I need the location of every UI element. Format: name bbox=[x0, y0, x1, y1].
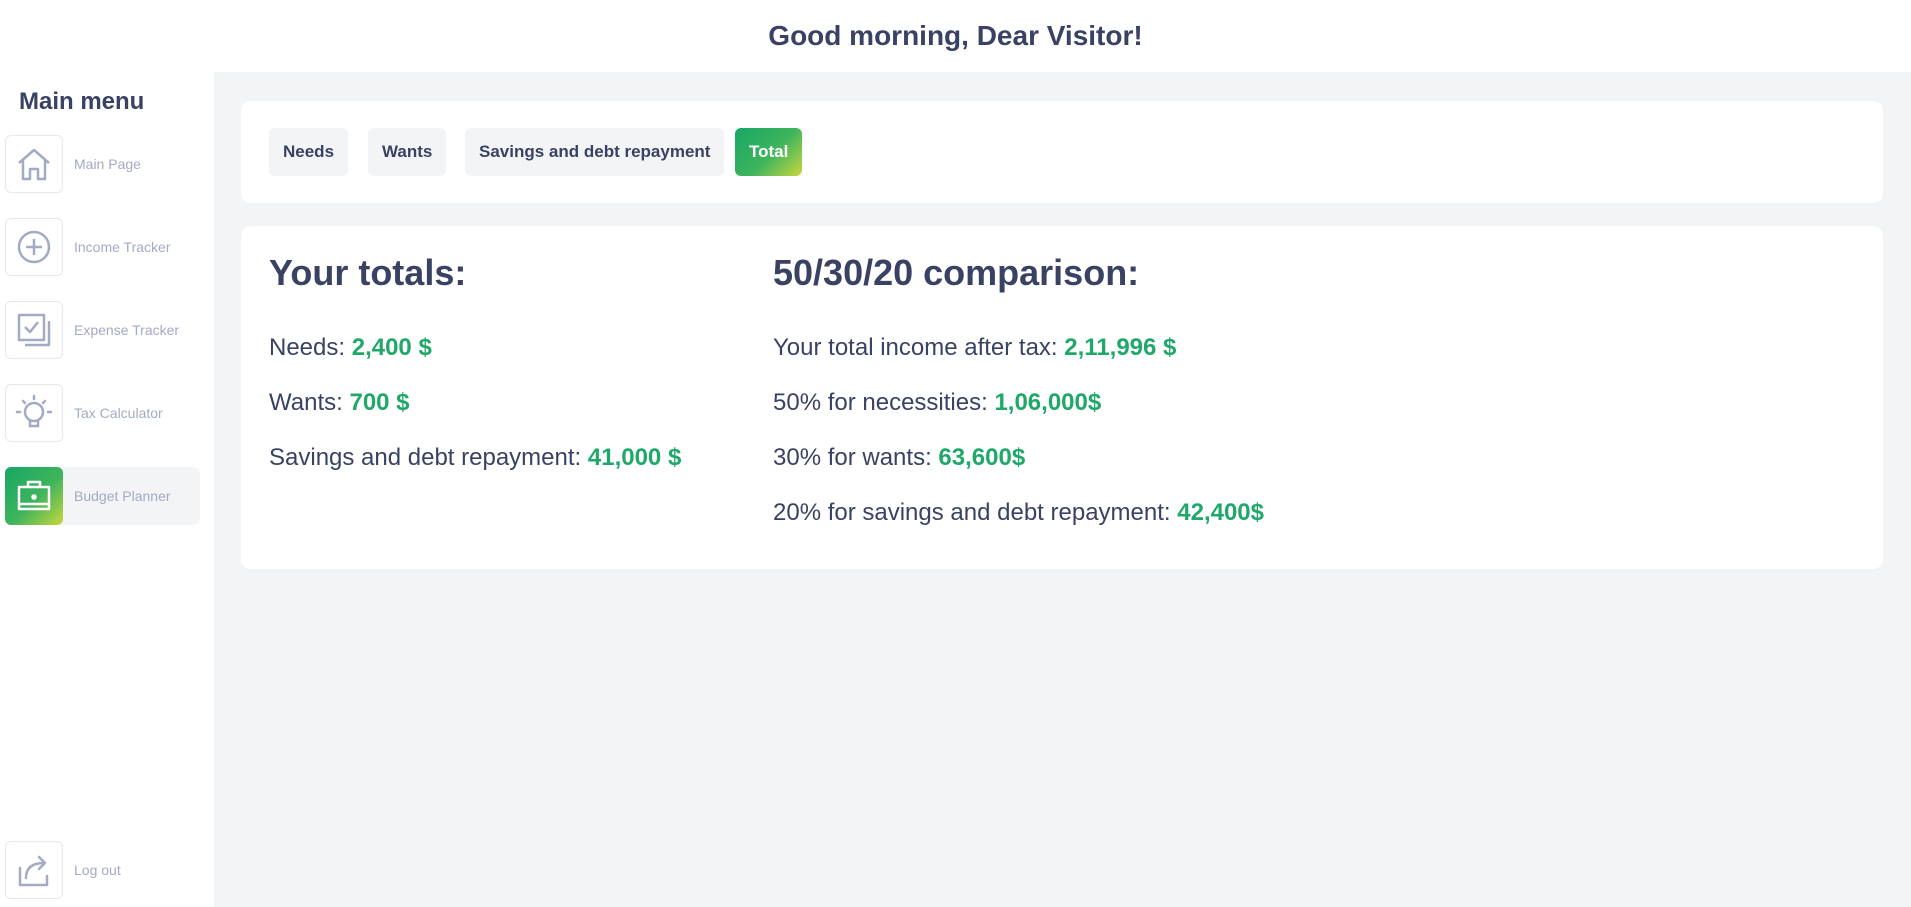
sidebar-item-expense-tracker[interactable]: Expense Tracker bbox=[5, 301, 200, 359]
briefcase-icon bbox=[5, 467, 63, 525]
comparison-row-savings: 20% for savings and debt repayment: 42,4… bbox=[773, 485, 1264, 540]
row-label: Wants: bbox=[269, 389, 350, 416]
comparison-column: 50/30/20 comparison: Your total income a… bbox=[773, 252, 1264, 540]
row-value: 2,11,996 $ bbox=[1064, 334, 1177, 361]
share-icon bbox=[5, 841, 63, 899]
row-label: 20% for savings and debt repayment: bbox=[773, 499, 1178, 526]
sidebar-item-label: Main Page bbox=[74, 156, 141, 172]
top-bar: Good morning, Dear Visitor! bbox=[0, 0, 1911, 72]
row-value: 700 $ bbox=[349, 389, 410, 416]
row-label: Your total income after tax: bbox=[773, 334, 1065, 361]
sidebar-item-label: Expense Tracker bbox=[74, 322, 180, 338]
main-content: Needs Wants Savings and debt repayment T… bbox=[214, 72, 1911, 907]
row-label: Savings and debt repayment: bbox=[269, 444, 588, 471]
sidebar-item-income-tracker[interactable]: Income Tracker bbox=[5, 218, 200, 276]
home-icon bbox=[5, 135, 63, 193]
lightbulb-icon bbox=[5, 384, 63, 442]
sidebar-item-label: Tax Calculator bbox=[74, 405, 163, 421]
totals-row-savings: Savings and debt repayment: 41,000 $ bbox=[269, 430, 681, 485]
sidebar-item-label: Budget Planner bbox=[74, 488, 171, 504]
comparison-row-wants: 30% for wants: 63,600$ bbox=[773, 430, 1264, 485]
row-value: 2,400 $ bbox=[351, 334, 432, 361]
totals-row-needs: Needs: 2,400 $ bbox=[269, 320, 681, 375]
row-value: 63,600$ bbox=[938, 444, 1026, 471]
row-label: Needs: bbox=[269, 334, 352, 361]
comparison-heading: 50/30/20 comparison: bbox=[773, 252, 1140, 293]
row-value: 1,06,000$ bbox=[994, 389, 1102, 416]
totals-card: Your totals: Needs: 2,400 $ Wants: 700 $… bbox=[241, 226, 1883, 569]
sidebar-item-main-page[interactable]: Main Page bbox=[5, 135, 200, 193]
row-value: 42,400$ bbox=[1177, 499, 1265, 526]
row-value: 41,000 $ bbox=[587, 444, 682, 471]
tabs-card: Needs Wants Savings and debt repayment T… bbox=[241, 101, 1883, 203]
checkbox-stack-icon bbox=[5, 301, 63, 359]
totals-column: Your totals: Needs: 2,400 $ Wants: 700 $… bbox=[269, 252, 681, 485]
row-label: 30% for wants: bbox=[773, 444, 939, 471]
sidebar-title: Main menu bbox=[19, 88, 145, 115]
sidebar: Main menu Main Page Income Tracker Expen… bbox=[0, 72, 214, 907]
comparison-row-necessities: 50% for necessities: 1,06,000$ bbox=[773, 375, 1264, 430]
tab-total[interactable]: Total bbox=[735, 128, 803, 176]
sidebar-item-label: Income Tracker bbox=[74, 239, 171, 255]
tab-savings-debt[interactable]: Savings and debt repayment bbox=[465, 128, 725, 176]
totals-row-wants: Wants: 700 $ bbox=[269, 375, 681, 430]
sidebar-item-logout[interactable]: Log out bbox=[5, 841, 200, 899]
tab-needs[interactable]: Needs bbox=[269, 128, 349, 176]
comparison-row-income: Your total income after tax: 2,11,996 $ bbox=[773, 320, 1264, 375]
plus-circle-icon bbox=[5, 218, 63, 276]
sidebar-item-label: Log out bbox=[74, 862, 121, 878]
totals-heading: Your totals: bbox=[269, 252, 467, 293]
sidebar-item-budget-planner[interactable]: Budget Planner bbox=[5, 467, 200, 525]
row-label: 50% for necessities: bbox=[773, 389, 995, 416]
tab-wants[interactable]: Wants bbox=[368, 128, 447, 176]
sidebar-item-tax-calculator[interactable]: Tax Calculator bbox=[5, 384, 200, 442]
greeting-title: Good morning, Dear Visitor! bbox=[768, 20, 1143, 51]
